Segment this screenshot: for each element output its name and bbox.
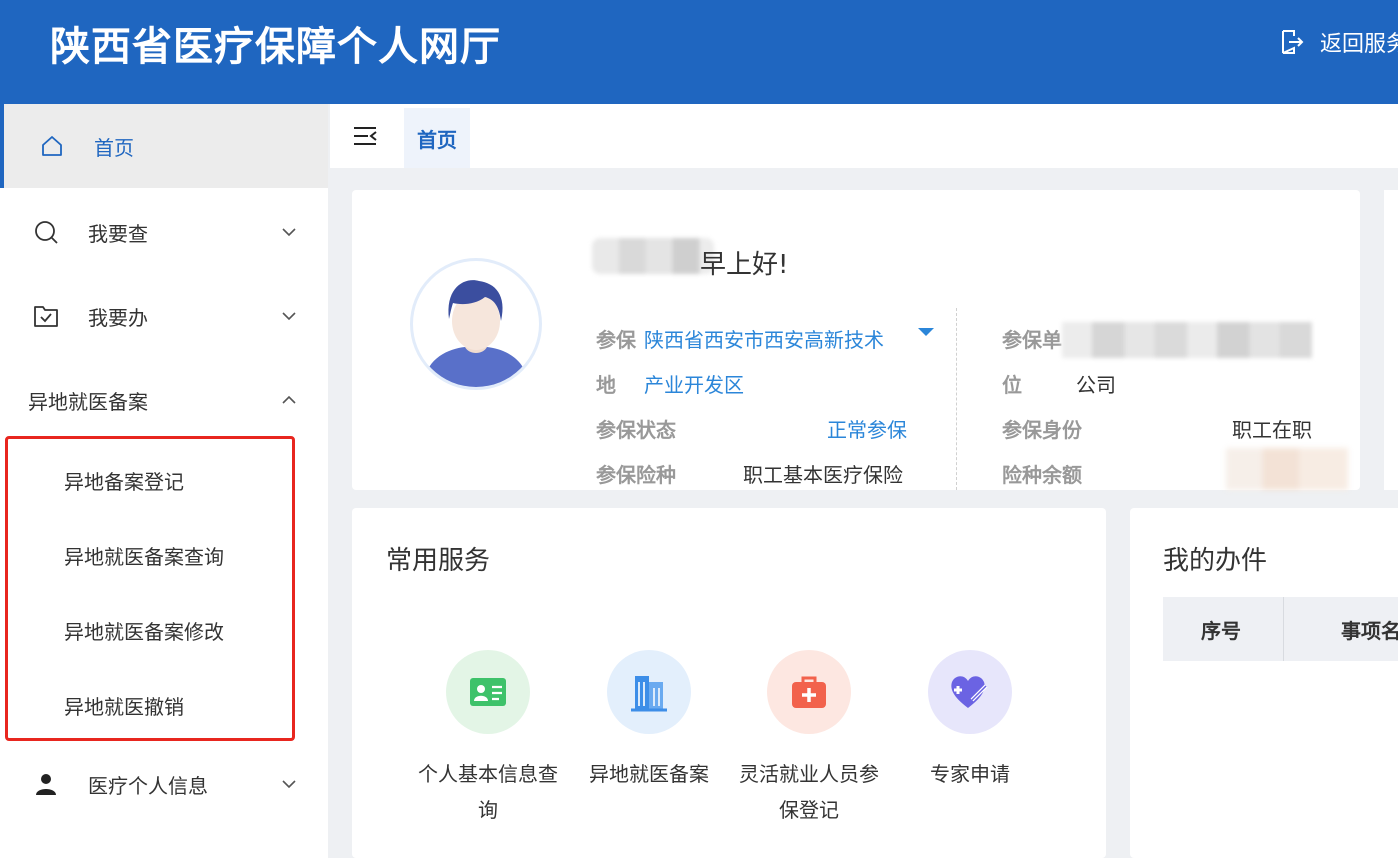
identity-label: 参保身份 <box>1002 418 1082 442</box>
sidebar-item-label: 我要办 <box>88 305 148 330</box>
caret-down-icon[interactable] <box>918 328 934 336</box>
id-card-icon <box>446 650 530 734</box>
sidebar-subitem-query[interactable]: 异地就医备案查询 <box>64 541 224 570</box>
building-icon <box>607 650 691 734</box>
sidebar-subitem-modify[interactable]: 异地就医备案修改 <box>64 616 224 645</box>
insured-place-value-cont[interactable]: 产业开发区 <box>644 369 744 398</box>
tab-bar: 首页 <box>330 104 1398 168</box>
app-title: 陕西省医疗保障个人网厅 <box>50 24 501 70</box>
chevron-down-icon <box>282 312 296 321</box>
folder-check-icon <box>32 302 60 330</box>
tab-home[interactable]: 首页 <box>404 108 470 168</box>
sidebar: 首页 我要查 我要办 异地就医备案 异地备案登记 异地就医备案查询 异地就医备案… <box>0 104 328 858</box>
unit-value-suffix: 公司 <box>1076 373 1116 397</box>
sidebar-item-label: 首页 <box>94 135 134 160</box>
table-header: 序号 事项名 <box>1163 597 1398 661</box>
my-tasks-card: 我的办件 序号 事项名 <box>1130 508 1398 858</box>
chevron-down-icon <box>282 780 296 789</box>
service-remote-medical-filing[interactable]: 异地就医备案 <box>564 650 734 792</box>
sidebar-subitem-cancel[interactable]: 异地就医撤销 <box>64 691 184 720</box>
sidebar-group-remote-medical[interactable]: 异地就医备案 <box>0 372 328 428</box>
balance-label: 险种余额 <box>1002 463 1082 487</box>
top-header: 陕西省医疗保障个人网厅 返回服务 <box>0 0 1398 104</box>
insurance-type-value: 职工基本医疗保险 <box>743 463 903 487</box>
masked-unit-name <box>1062 322 1312 358</box>
column-separator <box>1283 597 1284 661</box>
insurance-type-label: 参保险种 <box>596 463 676 487</box>
avatar <box>410 258 542 390</box>
services-title: 常用服务 <box>386 546 491 576</box>
back-to-services-link[interactable]: 返回服务 <box>1280 26 1398 58</box>
greeting: 早上好! <box>700 250 789 280</box>
sidebar-item-handle[interactable]: 我要办 <box>0 288 328 344</box>
person-icon <box>32 770 60 798</box>
back-link-label: 返回服务 <box>1320 32 1398 57</box>
column-header-index: 序号 <box>1201 618 1241 643</box>
chevron-down-icon <box>282 228 296 237</box>
unit-label-cont: 位 <box>1002 373 1022 397</box>
sidebar-item-query[interactable]: 我要查 <box>0 204 328 260</box>
unit-label: 参保单 <box>1002 328 1062 352</box>
chevron-up-icon <box>282 395 296 404</box>
service-label: 个人基本信息查询 <box>418 762 558 822</box>
medical-kit-icon <box>767 650 851 734</box>
identity-value: 职工在职 <box>1232 418 1312 442</box>
status-value: 正常参保 <box>827 418 907 442</box>
sidebar-item-label: 医疗个人信息 <box>88 773 208 798</box>
service-label: 异地就医备案 <box>589 762 709 786</box>
sidebar-item-home[interactable]: 首页 <box>0 104 328 188</box>
column-header-item-name: 事项名 <box>1341 618 1398 643</box>
service-label: 灵活就业人员参保登记 <box>739 762 879 822</box>
masked-name <box>592 238 714 274</box>
search-icon <box>32 218 60 246</box>
status-label: 参保状态 <box>596 418 676 442</box>
service-expert-application[interactable]: 专家申请 <box>885 650 1055 792</box>
home-icon <box>38 132 66 160</box>
side-card <box>1384 190 1398 490</box>
sidebar-item-personal-info[interactable]: 医疗个人信息 <box>0 756 328 812</box>
heart-edit-icon <box>928 650 1012 734</box>
insured-place-label: 参保 <box>596 328 636 352</box>
masked-balance <box>1226 448 1348 490</box>
service-label: 专家申请 <box>930 762 1010 786</box>
insured-place-label-cont: 地 <box>596 373 616 397</box>
profile-card: 早上好! 参保 地 陕西省西安市西安高新技术 产业开发区 参保状态 正常参保 参… <box>352 190 1360 490</box>
menu-collapse-icon[interactable] <box>352 124 378 148</box>
tasks-title: 我的办件 <box>1163 546 1268 576</box>
common-services-card: 常用服务 个人基本信息查询 异地就医备案 灵活就业人员参保登记 专家申请 <box>352 508 1106 858</box>
exit-icon <box>1282 30 1304 54</box>
service-flexible-employment-registration[interactable]: 灵活就业人员参保登记 <box>724 650 894 828</box>
sidebar-subitem-registration[interactable]: 异地备案登记 <box>64 466 184 495</box>
insured-place-value[interactable]: 陕西省西安市西安高新技术 <box>644 324 884 353</box>
sidebar-item-label: 我要查 <box>88 221 148 246</box>
sidebar-group-label: 异地就医备案 <box>28 389 148 414</box>
divider <box>956 308 957 490</box>
service-personal-info-query[interactable]: 个人基本信息查询 <box>403 650 573 828</box>
